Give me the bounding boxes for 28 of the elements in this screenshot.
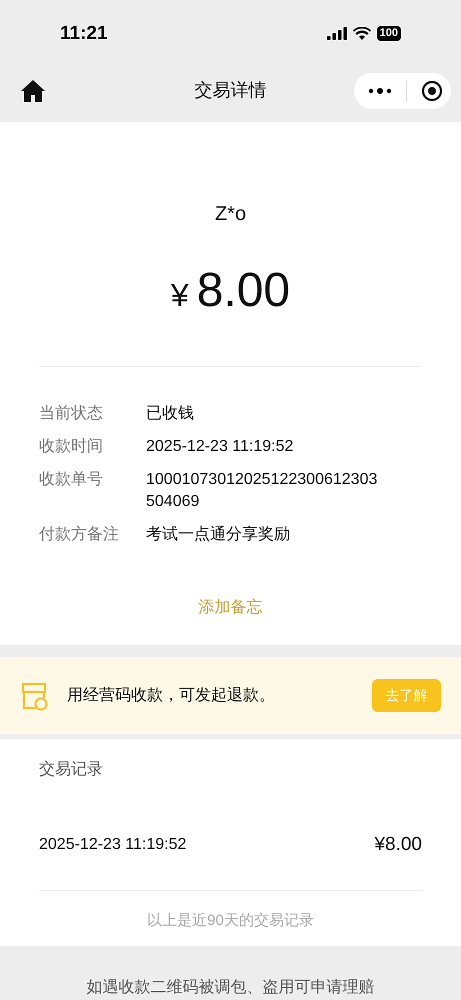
- shop-icon: [20, 680, 48, 711]
- payer-name: Z*o: [214, 202, 246, 227]
- currency-symbol: ¥: [170, 276, 189, 315]
- footer-text: 如遇收款二维码被调包、盗用可申请理赔: [86, 978, 374, 998]
- records-note: 以上是近90天的交易记录: [147, 911, 314, 932]
- wifi-icon: [352, 27, 371, 40]
- detail-label: 收款时间: [39, 436, 104, 457]
- records-title: 交易记录: [39, 760, 104, 780]
- add-memo-link[interactable]: 添加备忘: [198, 596, 262, 620]
- close-icon[interactable]: [421, 80, 443, 102]
- detail-label: 当前状态: [39, 404, 104, 424]
- learn-more-button[interactable]: 去了解: [372, 679, 441, 712]
- detail-label: 付款方备注: [39, 524, 120, 545]
- detail-value: 考试一点通分享奖励: [146, 524, 291, 545]
- detail-value: 已收钱: [146, 404, 195, 424]
- more-icon[interactable]: [368, 86, 392, 95]
- record-time: 2025-12-23 11:19:52: [39, 835, 186, 856]
- record-amount: ¥8.00: [374, 832, 422, 857]
- detail-value: 2025-12-23 11:19:52: [146, 436, 294, 457]
- battery-level: 100: [376, 26, 401, 42]
- amount: 8.00: [196, 266, 290, 315]
- page-title: 交易详情: [194, 79, 266, 102]
- home-icon[interactable]: [20, 78, 46, 103]
- detail-value: 10001073012025122300612303504069: [146, 470, 378, 512]
- signal-icon: [326, 27, 347, 40]
- detail-label: 收款单号: [39, 470, 104, 490]
- status-time: 11:21: [60, 22, 108, 46]
- banner-text: 用经营码收款，可发起退款。: [67, 686, 276, 706]
